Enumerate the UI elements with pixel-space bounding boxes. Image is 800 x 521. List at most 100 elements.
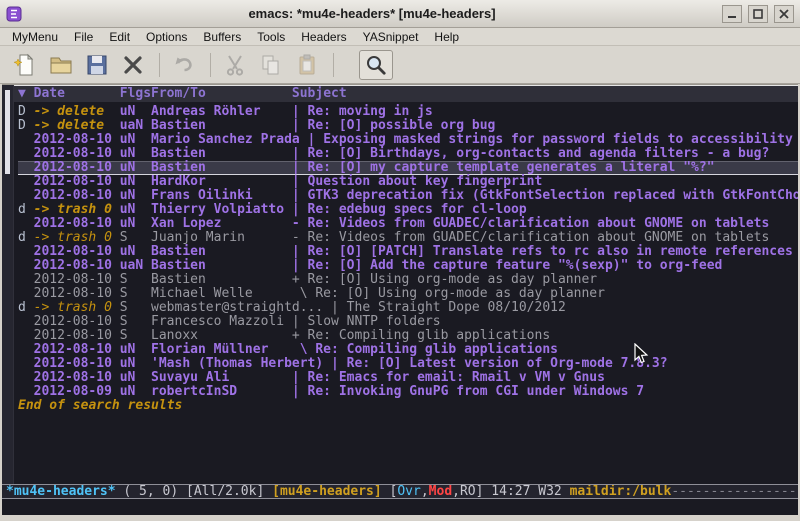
thread-prefix: \ [292, 286, 315, 301]
message-row[interactable]: 2012-08-10uNBastien| Re: [O] Birthdays, … [18, 147, 798, 161]
message-row[interactable]: 2012-08-10uNSuvayu Ali| Re: Emacs for em… [18, 371, 798, 385]
from-field: Francesco Mazzoli [151, 315, 284, 329]
from-field: Thierry Volpiatto [151, 203, 284, 217]
modeline-separator: , [421, 484, 429, 499]
scrollbar-thumb[interactable] [5, 90, 10, 174]
message-row[interactable]: d-> trash 0Swebmaster@straightd...| The … [18, 301, 798, 315]
message-row[interactable]: D-> deleteuaNBastien| Re: [O] possible o… [18, 119, 798, 133]
copy-icon [259, 53, 283, 77]
message-row[interactable]: 2012-08-10uN'Mash (Thomas Herbert)| Re: … [18, 357, 798, 371]
column-header-subject[interactable]: Subject [292, 86, 347, 101]
message-row[interactable]: 2012-08-10uNBastien| Re: [O] my capture … [18, 161, 798, 175]
message-row[interactable]: 2012-08-10SLanoxx+ Re: Compiling glib ap… [18, 329, 798, 343]
menu-item-tools[interactable]: Tools [249, 29, 293, 45]
mark-char: d [18, 301, 34, 315]
flags-field: uN [120, 385, 151, 399]
subject-field: Exposing masked strings for password fie… [323, 132, 793, 147]
scrollbar[interactable] [2, 85, 14, 484]
message-row[interactable]: 2012-08-10SFrancesco Mazzoli| Slow NNTP … [18, 315, 798, 329]
column-header-date[interactable]: ▼ Date [18, 86, 120, 101]
flags-field: uN [120, 133, 151, 147]
minimize-button[interactable] [722, 5, 742, 23]
thread-prefix: | [292, 384, 308, 399]
mode-line: *mu4e-headers* ( 5, 0) [All/2.0k] [mu4e-… [2, 484, 798, 499]
save-button[interactable] [80, 50, 114, 80]
search-icon [364, 53, 388, 77]
close-buffer-icon [121, 53, 145, 77]
menu-item-headers[interactable]: Headers [293, 29, 354, 45]
thread-prefix: | [308, 132, 324, 147]
from-field: Bastien [151, 147, 284, 161]
column-header-from[interactable]: From/To [151, 86, 292, 101]
from-field: Bastien [151, 245, 284, 259]
flags-field: uN [120, 357, 151, 371]
undo-button[interactable] [167, 50, 201, 80]
copy-button[interactable] [254, 50, 288, 80]
paste-button[interactable] [290, 50, 324, 80]
thread-prefix: | [292, 160, 308, 175]
cut-button[interactable] [218, 50, 252, 80]
undo-icon [172, 53, 196, 77]
from-field: Mario Sanchez Prada [151, 133, 300, 147]
from-field: Bastien [151, 161, 284, 175]
window-title: emacs: *mu4e-headers* [mu4e-headers] [22, 6, 722, 21]
date-or-mark-field: 2012-08-10 [34, 259, 120, 273]
menu-item-yasnippet[interactable]: YASnippet [355, 29, 427, 45]
flags-field: uN [120, 371, 151, 385]
window-controls [722, 5, 794, 23]
date-or-mark-field: 2012-08-10 [34, 161, 120, 175]
modeline-bracket: [ [382, 484, 398, 499]
subject-field: Re: moving in js [308, 104, 433, 119]
flags-field: S [120, 231, 151, 245]
maximize-button[interactable] [748, 5, 768, 23]
message-row[interactable]: 2012-08-10SMichael Welle \ Re: [O] Using… [18, 287, 798, 301]
mark-char: d [18, 231, 34, 245]
message-row[interactable]: 2012-08-09uNrobertcInSD| Re: Invoking Gn… [18, 385, 798, 399]
window-titlebar: emacs: *mu4e-headers* [mu4e-headers] [0, 0, 800, 28]
menu-item-help[interactable]: Help [426, 29, 467, 45]
message-row[interactable]: 2012-08-10uNHardKor| Question about key … [18, 175, 798, 189]
message-row[interactable]: 2012-08-10SBastien+ Re: [O] Using org-mo… [18, 273, 798, 287]
from-field: 'Mash (Thomas Herbert) [151, 357, 323, 371]
open-file-button[interactable] [44, 50, 78, 80]
menu-item-options[interactable]: Options [138, 29, 195, 45]
date-or-mark-field: 2012-08-10 [34, 147, 120, 161]
flags-field: uN [120, 147, 151, 161]
message-row[interactable]: 2012-08-10uNBastien| Re: [O] [PATCH] Tra… [18, 245, 798, 259]
date-or-mark-field: -> trash 0 [34, 203, 120, 217]
flags-field: uN [120, 245, 151, 259]
headers-buffer: D-> deleteuNAndreas Röhler| Re: moving i… [2, 102, 798, 484]
column-header-flags[interactable]: Flgs [120, 86, 151, 101]
menu-item-edit[interactable]: Edit [101, 29, 138, 45]
new-file-button[interactable] [8, 50, 42, 80]
date-or-mark-field: 2012-08-10 [34, 371, 120, 385]
menu-item-mymenu[interactable]: MyMenu [4, 29, 66, 45]
flags-field: uN [120, 217, 151, 231]
message-row[interactable]: 2012-08-10uNXan Lopez- Re: Videos from G… [18, 217, 798, 231]
search-button[interactable] [359, 50, 393, 80]
message-row[interactable]: 2012-08-10uNMario Sanchez Prada| Exposin… [18, 133, 798, 147]
date-or-mark-field: 2012-08-10 [34, 315, 120, 329]
mark-char: d [18, 203, 34, 217]
toolbar-separator [210, 53, 211, 77]
thread-prefix: | [331, 356, 347, 371]
thread-prefix: | [292, 244, 308, 259]
message-row[interactable]: 2012-08-10uNFlorian Müllner \ Re: Compil… [18, 343, 798, 357]
flags-field: uaN [120, 259, 151, 273]
echo-area[interactable] [2, 499, 798, 515]
message-row[interactable]: d-> trash 0SJuanjo Marin- Re: Videos fro… [18, 231, 798, 245]
toolbar-separator [159, 53, 160, 77]
close-buffer-button[interactable] [116, 50, 150, 80]
flags-field: S [120, 287, 151, 301]
flags-field: S [120, 301, 151, 315]
message-row[interactable]: D-> deleteuNAndreas Röhler| Re: moving i… [18, 105, 798, 119]
from-field: Suvayu Ali [151, 371, 284, 385]
menu-item-buffers[interactable]: Buffers [195, 29, 249, 45]
modeline-readonly-flag: ,RO] [452, 484, 483, 499]
thread-prefix: | [292, 146, 308, 161]
message-row[interactable]: 2012-08-10uaNBastien| Re: [O] Add the ca… [18, 259, 798, 273]
message-row[interactable]: 2012-08-10uNFrans Oilinki| GTK3 deprecat… [18, 189, 798, 203]
menu-item-file[interactable]: File [66, 29, 101, 45]
close-button[interactable] [774, 5, 794, 23]
message-row[interactable]: d-> trash 0uNThierry Volpiatto| Re: edeb… [18, 203, 798, 217]
